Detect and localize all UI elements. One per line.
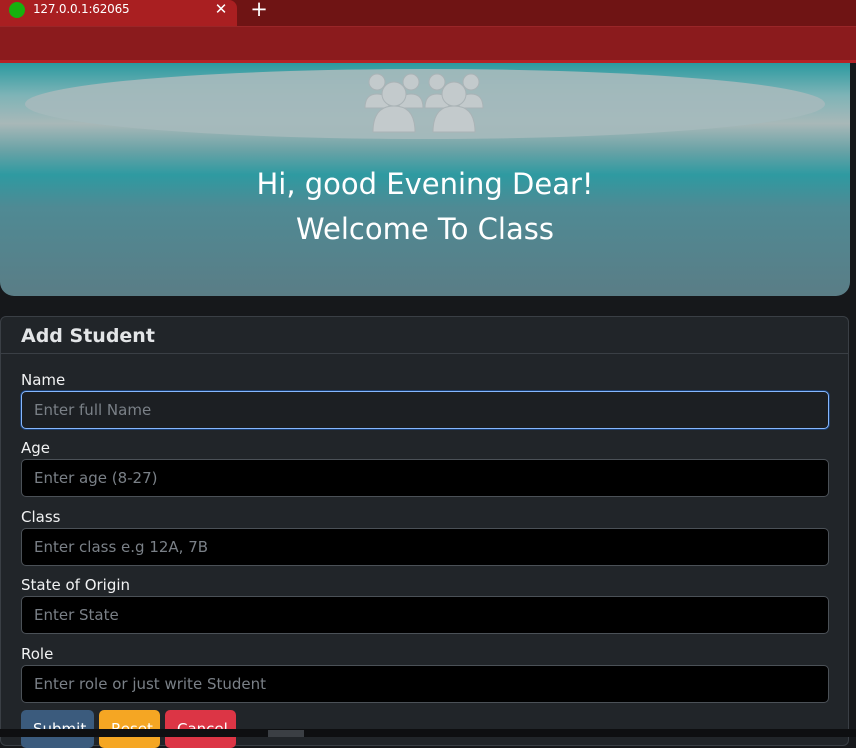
add-student-card: Add Student Name Age Class State of Orig… — [0, 316, 849, 748]
horizontal-scrollbar — [0, 729, 856, 737]
card-header: Add Student — [1, 317, 848, 354]
class-input[interactable] — [21, 528, 829, 566]
state-of-origin-input[interactable] — [21, 596, 829, 634]
tab-title: 127.0.0.1:62065 — [33, 2, 130, 16]
role-label: Role — [21, 645, 54, 663]
hero-welcome: Welcome To Class — [296, 212, 554, 246]
age-label: Age — [21, 439, 51, 457]
browser-tab-active[interactable]: 127.0.0.1:62065 ✕ — [0, 0, 237, 26]
card-title: Add Student — [21, 325, 155, 347]
role-input[interactable] — [21, 665, 829, 703]
users-group-icon — [364, 73, 484, 133]
name-input[interactable] — [21, 391, 829, 429]
class-label: Class — [21, 508, 61, 526]
hero-greeting: Hi, good Evening Dear! — [256, 167, 594, 201]
name-label: Name — [21, 371, 66, 389]
browser-toolbar — [0, 26, 856, 61]
state-of-origin-label: State of Origin — [21, 576, 131, 594]
hero-banner: Hi, good Evening Dear! Welcome To Class — [0, 63, 850, 296]
tab-close-icon[interactable]: ✕ — [213, 0, 229, 18]
new-tab-icon[interactable]: + — [249, 0, 269, 20]
scrollbar-thumb[interactable] — [268, 730, 304, 737]
site-favicon-icon — [9, 2, 25, 18]
browser-tab-strip: 127.0.0.1:62065 ✕ + — [0, 0, 856, 26]
age-input[interactable] — [21, 459, 829, 497]
